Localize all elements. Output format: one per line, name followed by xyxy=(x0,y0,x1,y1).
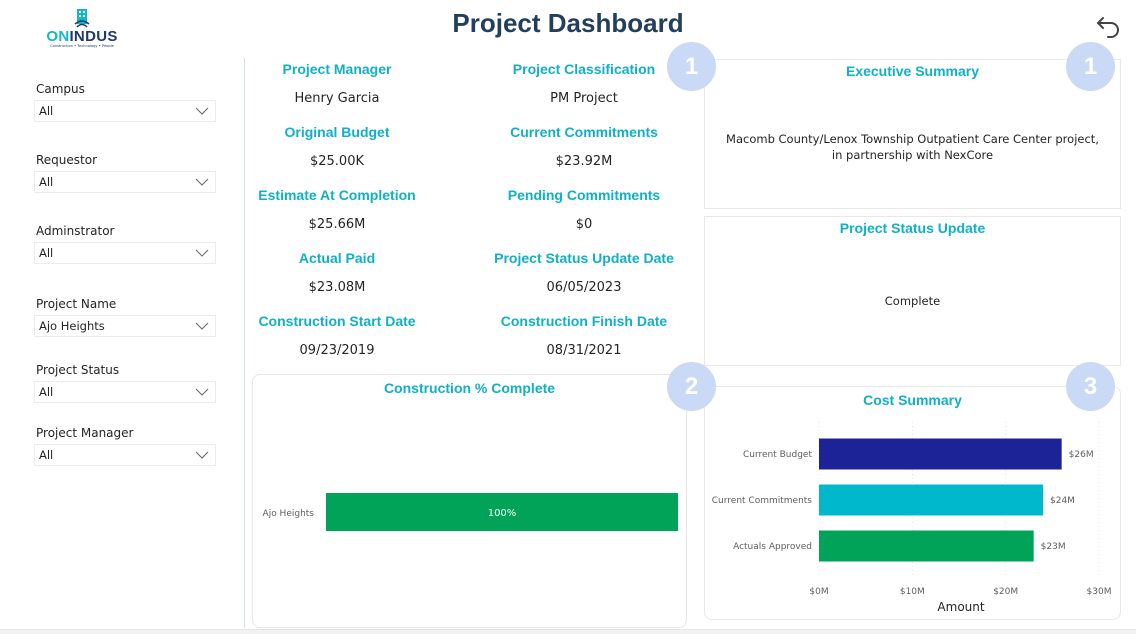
x-tick-label: $10M xyxy=(900,587,925,597)
page-title: Project Dashboard xyxy=(452,8,684,38)
project-status-update-card: Project Status Update Complete xyxy=(704,216,1121,366)
chevron-down-icon xyxy=(195,388,209,396)
kpi-label: Actual Paid xyxy=(298,250,376,266)
construction-complete-card: Construction % Complete Ajo Heights 100% xyxy=(252,374,687,628)
kpi-label: Project Classification xyxy=(512,61,656,77)
slicer-value: All xyxy=(39,104,54,118)
slicer-requestor: Requestor All xyxy=(34,151,216,193)
filter-sidebar: Campus All Requestor All Adminstrator Al… xyxy=(0,60,232,630)
cost-summary-chart: $0M $10M $20M $30M Amount Current Budget $26M C… xyxy=(712,422,1112,614)
project-manager-dropdown[interactable]: All xyxy=(34,444,216,466)
step-badge-1-summary: 1 xyxy=(1066,42,1115,91)
bar xyxy=(819,530,1034,562)
slicer-label: Project Status xyxy=(36,363,120,377)
slicer-project-manager: Project Manager All xyxy=(34,424,216,466)
kpi-label: Construction Start Date xyxy=(258,313,416,329)
chevron-down-icon xyxy=(195,249,209,257)
slicer-label: Project Manager xyxy=(36,426,134,440)
slicer-project-name: Project Name Ajo Heights xyxy=(34,295,216,337)
bar xyxy=(819,438,1062,470)
chevron-down-icon xyxy=(195,322,209,330)
project-status-dropdown[interactable]: All xyxy=(34,381,216,403)
slicer-value: All xyxy=(39,385,54,399)
y-tick-label: Current Budget xyxy=(743,450,813,460)
kpi-current-commitments: Current Commitments $23.92M xyxy=(479,122,689,172)
slicer-value: All xyxy=(39,175,54,189)
kpi-actual-paid: Actual Paid $23.08M xyxy=(232,248,442,298)
data-label: 100% xyxy=(488,508,517,519)
kpi-value: Henry Garcia xyxy=(294,91,380,106)
chevron-down-icon xyxy=(195,451,209,459)
project-name-dropdown[interactable]: Ajo Heights xyxy=(34,315,216,337)
chevron-down-icon xyxy=(195,178,209,186)
project-status-text: Complete xyxy=(884,294,941,308)
slicer-value: All xyxy=(39,448,54,462)
chevron-down-icon xyxy=(195,107,209,115)
x-axis-title: Amount xyxy=(937,600,984,614)
slicer-label: Campus xyxy=(36,82,85,96)
y-tick-label: Actuals Approved xyxy=(733,542,812,552)
cost-summary-card: Cost Summary $0M $10M $20M $30M Amount Curren… xyxy=(704,386,1121,620)
slicer-label: Adminstrator xyxy=(36,224,115,238)
requestor-dropdown[interactable]: All xyxy=(34,171,216,193)
kpi-value: $25.66M xyxy=(308,217,366,232)
kpi-value: 06/05/2023 xyxy=(546,280,622,295)
kpi-label: Original Budget xyxy=(284,124,390,140)
slicer-project-status: Project Status All xyxy=(34,361,216,403)
slicer-label: Project Name xyxy=(36,297,117,311)
kpi-value: $25.00K xyxy=(309,154,364,169)
x-tick-label: $0M xyxy=(809,587,828,597)
kpi-label: Project Status Update Date xyxy=(494,250,674,266)
campus-dropdown[interactable]: All xyxy=(34,100,216,122)
slicer-administrator: Adminstrator All xyxy=(34,222,216,264)
kpi-value: PM Project xyxy=(550,91,618,106)
kpi-value: $23.08M xyxy=(308,280,366,295)
kpi-status-update-date: Project Status Update Date 06/05/2023 xyxy=(479,248,689,298)
executive-summary-card: Executive Summary Macomb County/Lenox To… xyxy=(704,59,1121,209)
data-label: $23M xyxy=(1041,542,1066,552)
bar xyxy=(819,484,1043,516)
y-tick-label: Current Commitments xyxy=(712,496,813,506)
kpi-value: $23.92M xyxy=(555,154,613,169)
kpi-construction-start-date: Construction Start Date 09/23/2019 xyxy=(232,311,442,361)
administrator-dropdown[interactable]: All xyxy=(34,242,216,264)
card-title: Executive Summary xyxy=(845,63,980,79)
executive-summary-text: Macomb County/Lenox Township Outpatient … xyxy=(726,132,1099,162)
kpi-estimate-at-completion: Estimate At Completion $25.66M xyxy=(232,185,442,235)
category-label: Ajo Heights xyxy=(263,509,315,519)
step-badge-1: 1 xyxy=(667,42,716,91)
undo-arrow-icon xyxy=(1097,17,1119,38)
step-badge-3: 3 xyxy=(1066,362,1115,411)
construction-complete-chart: Ajo Heights 100% xyxy=(263,493,678,531)
kpi-value: 08/31/2021 xyxy=(546,343,622,358)
kpi-pending-commitments: Pending Commitments $0 xyxy=(479,185,689,235)
kpi-construction-finish-date: Construction Finish Date 08/31/2021 xyxy=(479,311,689,361)
logo-tagline: Construction • Technology • People xyxy=(50,44,114,48)
x-tick-label: $30M xyxy=(1087,587,1112,597)
x-tick-label: $20M xyxy=(993,587,1018,597)
back-button[interactable] xyxy=(1094,12,1124,42)
kpi-label: Current Commitments xyxy=(510,124,658,140)
kpi-label: Construction Finish Date xyxy=(500,313,668,329)
slicer-label: Requestor xyxy=(36,153,98,167)
data-label: $26M xyxy=(1069,450,1094,460)
kpi-label: Estimate At Completion xyxy=(258,187,416,203)
kpi-value: $0 xyxy=(575,217,593,232)
slicer-campus: Campus All xyxy=(34,80,216,122)
data-label: $24M xyxy=(1050,496,1075,506)
kpi-value: 09/23/2019 xyxy=(299,343,375,358)
kpi-project-manager: Project Manager Henry Garcia xyxy=(232,59,442,109)
card-title: Project Status Update xyxy=(839,220,986,236)
slicer-value: Ajo Heights xyxy=(39,319,105,333)
step-badge-2: 2 xyxy=(667,362,716,411)
page-footer-bar xyxy=(0,629,1136,634)
kpi-project-classification: Project Classification PM Project xyxy=(479,59,689,109)
kpi-label: Pending Commitments xyxy=(507,187,661,203)
slicer-value: All xyxy=(39,246,54,260)
kpi-original-budget: Original Budget $25.00K xyxy=(232,122,442,172)
kpi-label: Project Manager xyxy=(282,61,392,77)
